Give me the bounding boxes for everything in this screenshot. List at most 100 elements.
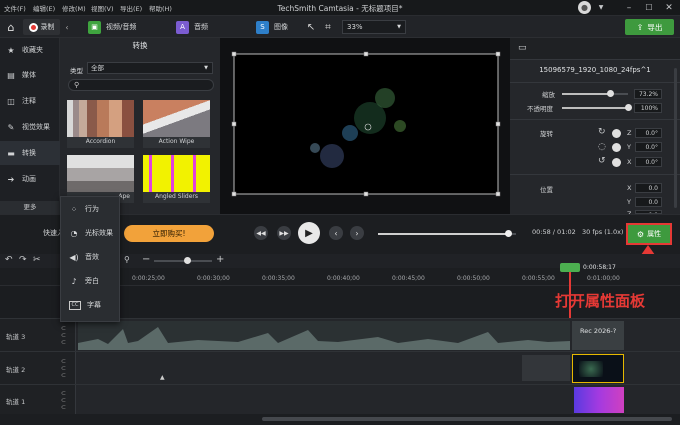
marker-icon: ▲ xyxy=(160,374,165,381)
captions-icon: CC xyxy=(69,300,81,310)
visual-effects-icon: ✎ xyxy=(7,122,15,132)
track-2-clip-a[interactable] xyxy=(522,355,570,381)
user-avatar-icon[interactable]: ● xyxy=(578,1,591,14)
properties-button[interactable]: ⚙ 属性 xyxy=(626,223,672,245)
animation-icon: ➔ xyxy=(7,174,15,184)
rotation-x-dial[interactable] xyxy=(612,158,621,167)
ape-preview xyxy=(67,155,134,192)
undo-icon[interactable]: ↶ xyxy=(5,255,13,265)
zoom-select[interactable]: 33% ▼ xyxy=(342,20,406,34)
playhead-marker[interactable] xyxy=(560,263,580,272)
track-3: 轨道 3 ⊂ ⊂ ⊂ Rec 2026-? xyxy=(0,318,680,351)
main-toolbar: ⌂ 录制 ‹ ▣ 视频/音频 A 音频 S 图像 ↖ ⌗ 33% ▼ ⇪ 导出 xyxy=(0,16,680,38)
track-1-lock-icon[interactable]: ⊂ ⊂ ⊂ xyxy=(61,390,66,411)
track-3-label: 轨道 3 xyxy=(6,333,26,341)
pointer-tool-icon[interactable]: ↖ xyxy=(304,20,318,34)
timeline-scroll-area xyxy=(0,414,680,425)
playback-scrubber[interactable] xyxy=(378,230,516,237)
action-wipe-preview xyxy=(143,100,210,137)
next-clip-icon[interactable]: › xyxy=(350,226,364,240)
zoom-in-icon[interactable]: + xyxy=(216,254,224,265)
timeline-zoom-handle[interactable] xyxy=(184,257,191,264)
quick-properties-button[interactable]: 快速入 xyxy=(14,225,64,242)
scale-slider[interactable] xyxy=(562,90,628,97)
more-button[interactable]: 更多 xyxy=(0,201,60,214)
rotation-y-value[interactable]: 0.0° xyxy=(635,142,662,152)
chevron-left-icon[interactable]: ‹ xyxy=(62,21,72,33)
search-input[interactable]: ⚲ xyxy=(68,79,214,91)
track-1-clip-gradient[interactable] xyxy=(574,387,624,413)
opacity-slider-handle[interactable] xyxy=(625,104,632,111)
audio-waveform[interactable] xyxy=(78,321,570,350)
record-icon xyxy=(28,22,38,32)
play-button[interactable]: ▶ xyxy=(298,222,320,244)
track-3-lock-icon[interactable]: ⊂ ⊂ ⊂ xyxy=(61,325,66,346)
previous-clip-icon[interactable]: ‹ xyxy=(329,226,343,240)
properties-scrollbar[interactable] xyxy=(674,68,677,208)
menu-item-audio-effects[interactable]: ◀) 音效 xyxy=(61,245,121,269)
sidebar-item-media[interactable]: ▤ 媒体 xyxy=(0,63,60,87)
fps-display[interactable]: 30 fps (1.0x) xyxy=(582,228,623,236)
buy-now-button[interactable]: 立即购买! xyxy=(124,225,214,242)
ruler-tick: 0:00:30;00 xyxy=(197,275,230,282)
audio-icon: A xyxy=(176,20,189,34)
menu-item-captions[interactable]: CC 字幕 xyxy=(61,293,121,317)
rotation-z-value[interactable]: 0.0° xyxy=(635,128,662,138)
redo-icon[interactable]: ↷ xyxy=(19,255,27,265)
step-forward-icon[interactable]: ▶▶ xyxy=(277,226,291,240)
cut-icon[interactable]: ✂ xyxy=(33,255,41,265)
home-icon[interactable]: ⌂ xyxy=(4,20,18,34)
tab-image[interactable]: S 图像 xyxy=(256,19,288,35)
scrubber-handle[interactable] xyxy=(504,230,512,237)
close-icon[interactable]: ✕ xyxy=(662,1,676,15)
maximize-icon[interactable]: ☐ xyxy=(642,1,656,15)
timeline-zoom-slider[interactable] xyxy=(154,257,212,264)
menu-item-voice-narration[interactable]: ♪ 旁白 xyxy=(61,269,121,293)
menu-bar: 文件(F) 编辑(E) 修改(M) 视图(V) 导出(E) 帮助(H) Tech… xyxy=(0,0,680,16)
step-back-icon[interactable]: ◀◀ xyxy=(254,226,268,240)
scale-slider-handle[interactable] xyxy=(607,90,615,97)
track-2-label: 轨道 2 xyxy=(6,366,26,374)
image-icon: S xyxy=(256,20,269,34)
search-icon: ⚲ xyxy=(74,81,80,89)
rotation-z-dial[interactable] xyxy=(612,129,621,138)
menu-item-behavior[interactable]: ⁘ 行为 xyxy=(61,197,121,221)
track-2-clip-video[interactable] xyxy=(572,354,624,383)
rotation-y-dial[interactable] xyxy=(612,143,621,152)
sidebar-item-visual-effects[interactable]: ✎ 视觉效果 xyxy=(0,115,60,139)
sidebar-item-favorites[interactable]: ★ 收藏夹 xyxy=(0,38,60,62)
zoom-out-icon[interactable]: − xyxy=(142,254,150,265)
transition-thumb-accordion[interactable]: Accordion xyxy=(67,100,134,148)
video-frame[interactable] xyxy=(220,38,510,214)
minimize-icon[interactable]: – xyxy=(622,1,636,15)
track-2: 轨道 2 ⊂ ⊂ ⊂ ▲ xyxy=(0,351,680,384)
rotate-y-icon: ◌ xyxy=(598,142,606,152)
transition-thumb-action-wipe[interactable]: Action Wipe xyxy=(143,100,210,148)
track-1: 轨道 1 ⊂ ⊂ ⊂ xyxy=(0,384,680,414)
sidebar-item-transitions[interactable]: ▬ 转换 xyxy=(0,141,60,165)
video-properties-tab-icon[interactable]: ▭ xyxy=(518,43,527,53)
sidebar-item-annotations[interactable]: ◫ 注释 xyxy=(0,89,60,113)
chevron-down-icon: ▼ xyxy=(204,65,208,71)
opacity-value[interactable]: 100% xyxy=(634,103,662,113)
track-3-clip[interactable]: Rec 2026-? xyxy=(572,321,624,350)
position-y-value[interactable]: 0.0 xyxy=(635,197,662,207)
crop-tool-icon[interactable]: ⌗ xyxy=(321,20,335,34)
rotation-x-value[interactable]: 0.0° xyxy=(635,157,662,167)
timeline-horizontal-scrollbar[interactable] xyxy=(262,417,672,421)
record-button[interactable]: 录制 xyxy=(23,19,60,35)
type-select[interactable]: 全部 ▼ xyxy=(87,62,213,74)
position-x-value[interactable]: 0.0 xyxy=(635,183,662,193)
tab-audio[interactable]: A 音频 xyxy=(176,19,208,35)
account-dropdown-icon[interactable]: ▼ xyxy=(594,1,608,15)
track-2-lock-icon[interactable]: ⊂ ⊂ ⊂ xyxy=(61,358,66,379)
sidebar-item-animations[interactable]: ➔ 动画 xyxy=(0,167,60,191)
opacity-slider[interactable] xyxy=(562,104,632,111)
export-button[interactable]: ⇪ 导出 xyxy=(625,19,674,35)
transition-thumb-angled-sliders[interactable]: Angled Sliders xyxy=(143,155,210,203)
zoom-search-icon[interactable]: ⚲ xyxy=(124,255,130,264)
clip-filename: 15096579_1920_1080_24fps^1 xyxy=(539,66,651,74)
scale-value[interactable]: 73.2% xyxy=(634,89,662,99)
menu-item-cursor-effects[interactable]: ◔ 光标效果 xyxy=(61,221,121,245)
tab-video-audio[interactable]: ▣ 视频/音频 xyxy=(88,19,136,35)
